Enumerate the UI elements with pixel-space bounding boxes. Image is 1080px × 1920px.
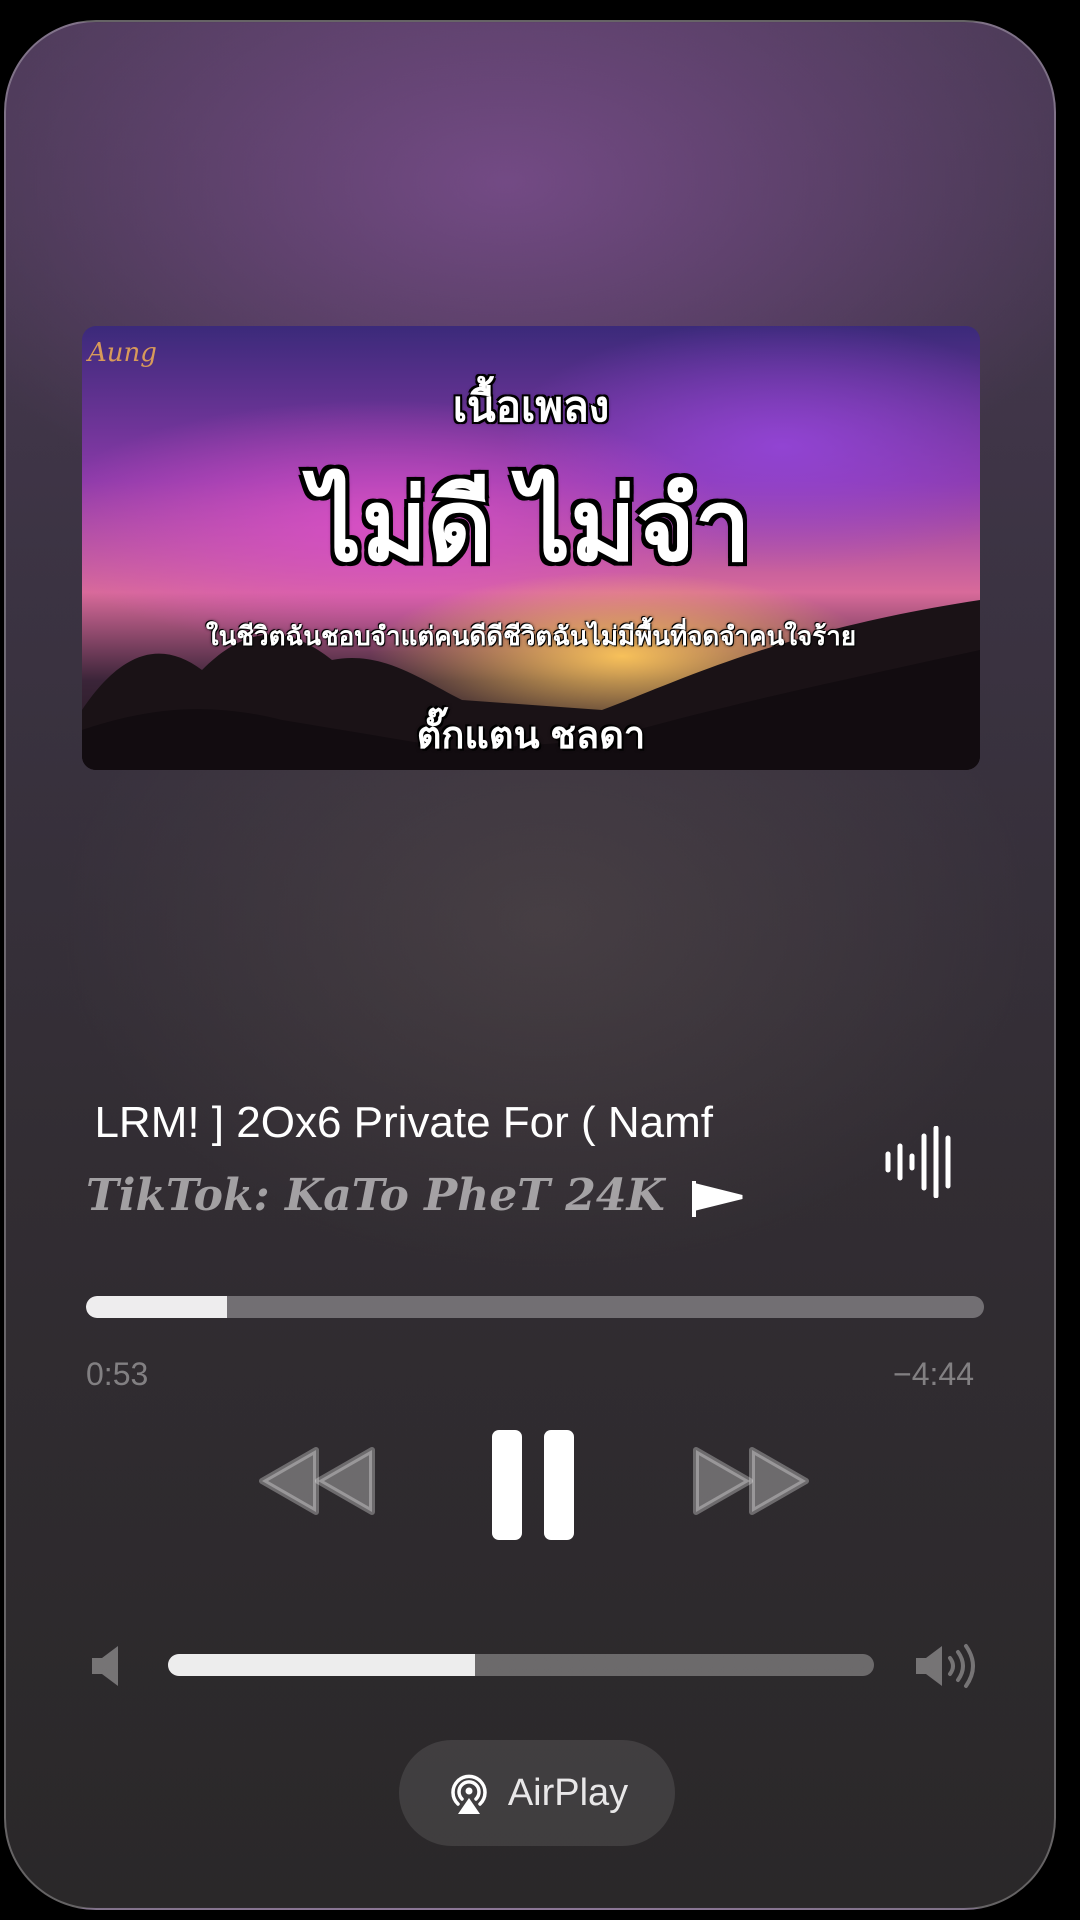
volume-slider[interactable] <box>168 1654 874 1676</box>
artwork-signature: Aung <box>88 338 157 368</box>
time-remaining: −4:44 <box>893 1356 974 1392</box>
pause-button[interactable] <box>490 1428 576 1542</box>
song-title-text: [ LRM! ] 2Ox6 Private For ( Namf <box>82 1098 714 1147</box>
volume-high-icon <box>916 1644 975 1688</box>
album-artwork: Aung เนื้อเพลง ไม่ดี ไม่จำ ในชีวิตฉันชอบ… <box>82 326 980 770</box>
waveform-icon[interactable] <box>882 1126 954 1198</box>
artwork-lyric-line: ในชีวิตฉันชอบจำแต่คนดีดีชีวิตฉันไม่มีพื้… <box>205 621 857 651</box>
airplay-icon <box>451 1774 487 1814</box>
song-artist[interactable]: TikTok: KaTo PheT 24K <box>86 1170 746 1221</box>
playback-progress-fill <box>86 1296 227 1318</box>
airplay-label: AirPlay <box>507 1771 629 1814</box>
time-elapsed: 0:53 <box>86 1356 149 1392</box>
volume-low-icon <box>92 1646 118 1686</box>
forward-button[interactable] <box>690 1446 810 1516</box>
volume-slider-fill <box>168 1654 476 1676</box>
now-playing-card: Aung เนื้อเพลง ไม่ดี ไม่จำ ในชีวิตฉันชอบ… <box>4 20 1056 1910</box>
song-title[interactable]: [ LRM! ] 2Ox6 Private For ( Namf <box>82 1098 842 1148</box>
airplay-button[interactable]: AirPlay <box>399 1740 675 1846</box>
flag-icon <box>692 1180 743 1217</box>
artwork-title: ไม่ดี ไม่จำ <box>311 470 751 582</box>
rewind-button[interactable] <box>258 1446 378 1516</box>
artwork-subtitle: เนื้อเพลง <box>452 383 610 430</box>
playback-scrubber[interactable] <box>86 1296 984 1318</box>
artwork-artist: ตั๊กแตน ชลดา <box>416 715 646 757</box>
song-artist-text: TikTok: KaTo PheT 24K <box>86 1170 665 1221</box>
